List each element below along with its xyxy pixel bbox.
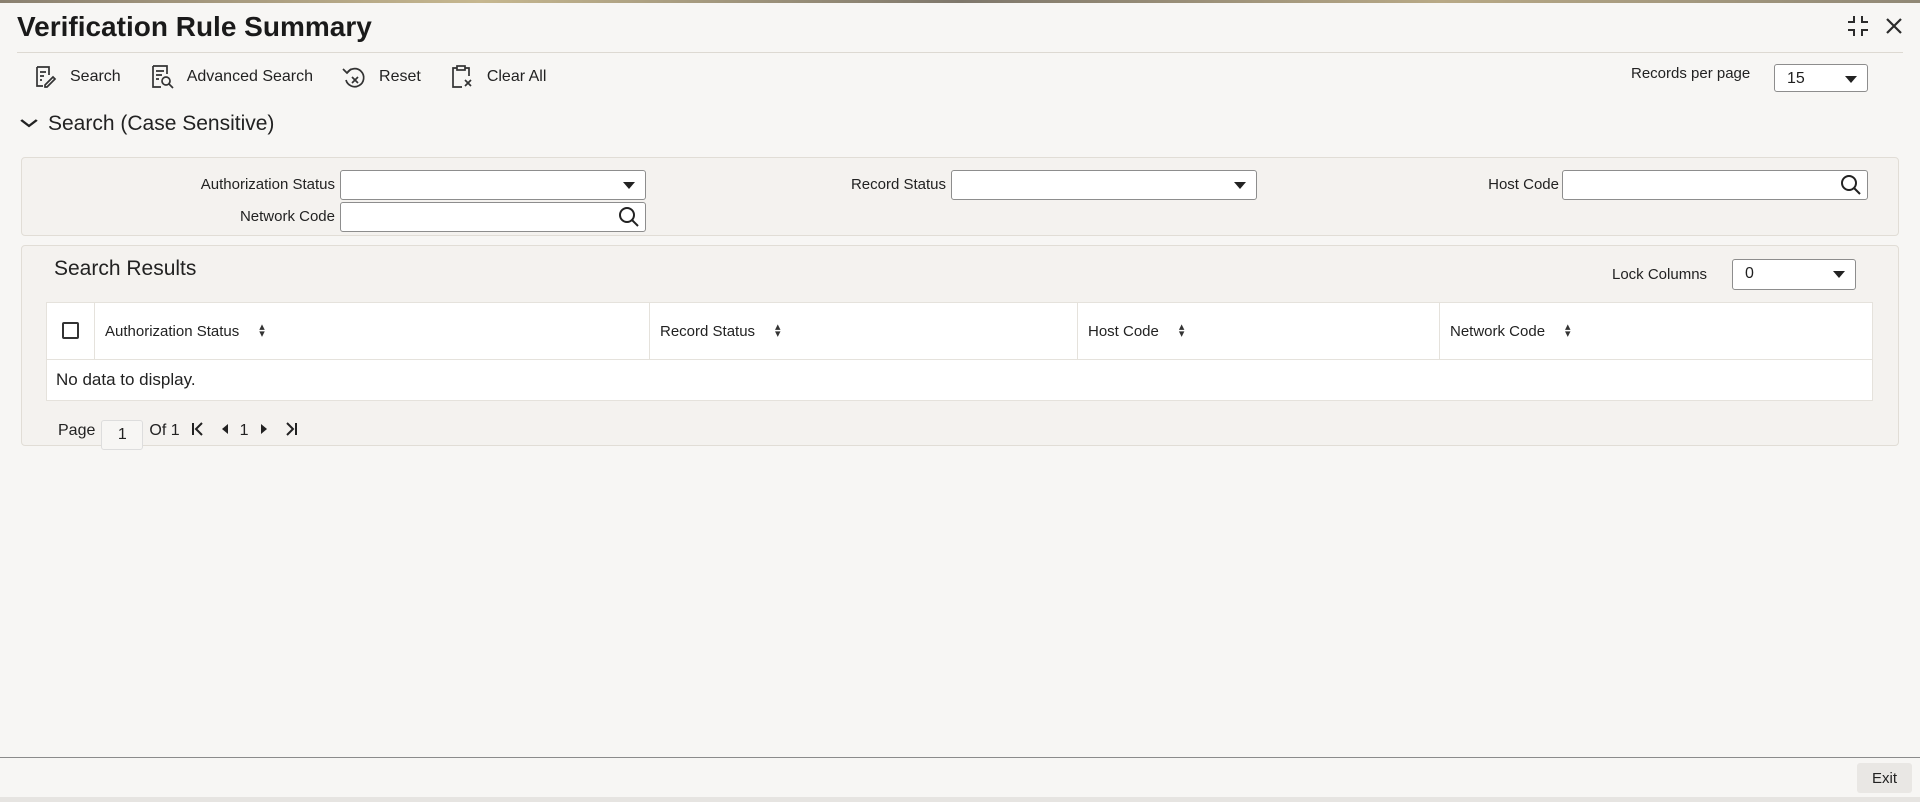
search-criteria-panel: Authorization Status Record Status Host … [21, 157, 1899, 236]
column-header-host-code[interactable]: Host Code ▴ ▾ [1077, 303, 1439, 359]
reset-button[interactable]: Reset [341, 64, 421, 90]
page-title: Verification Rule Summary [17, 11, 372, 42]
column-label: Authorization Status [105, 322, 240, 340]
sort-icon: ▴ ▾ [1565, 321, 1571, 340]
host-code-input[interactable] [1562, 170, 1868, 200]
current-page-number: 1 [239, 422, 249, 439]
advanced-search-button[interactable]: Advanced Search [149, 64, 313, 90]
sort-icon: ▴ ▾ [1178, 321, 1185, 340]
lock-columns-value: 0 [1745, 265, 1754, 282]
network-code-input[interactable] [340, 202, 646, 232]
maximize-icon[interactable] [1846, 14, 1870, 42]
previous-page-icon[interactable] [216, 422, 234, 440]
chevron-down-icon [1234, 182, 1246, 189]
lock-columns-select[interactable]: 0 [1732, 259, 1856, 290]
pagination: Page 1 Of 1 1 [58, 412, 303, 450]
top-decor-strip [0, 0, 1920, 3]
bottom-strip [0, 797, 1920, 802]
search-section-toggle[interactable]: Search (Case Sensitive) [20, 112, 275, 136]
column-label: Host Code [1088, 322, 1159, 340]
next-page-icon[interactable] [255, 422, 273, 440]
chevron-down-icon [1833, 271, 1845, 278]
network-code-label: Network Code [239, 208, 335, 225]
records-per-page-value: 15 [1787, 70, 1805, 87]
clear-all-button-label: Clear All [486, 68, 547, 85]
results-table: Authorization Status ▴ ▾ Record Status ▴ ▾… [46, 302, 1873, 401]
page-of-label: Of 1 [149, 422, 180, 439]
records-per-page-select[interactable]: 15 [1774, 64, 1868, 92]
search-icon[interactable] [1840, 174, 1862, 196]
column-header-record-status[interactable]: Record Status ▴ ▾ [649, 303, 1077, 359]
column-label: Record Status [660, 322, 756, 340]
clipboard-clear-icon [451, 65, 472, 88]
authorization-status-label: Authorization Status [200, 176, 335, 193]
search-icon[interactable] [618, 206, 640, 228]
record-status-label: Record Status [850, 176, 946, 193]
column-header-network-code[interactable]: Network Code ▴ ▾ [1439, 303, 1872, 359]
search-button-label: Search [70, 68, 121, 85]
search-doc-icon [36, 66, 57, 88]
column-label: Network Code [1450, 322, 1546, 340]
exit-button[interactable]: Exit [1857, 763, 1912, 793]
header-divider [17, 52, 1903, 53]
chevron-down-icon [623, 182, 635, 189]
records-per-page-label: Records per page [1631, 65, 1751, 82]
column-header-authorization-status[interactable]: Authorization Status ▴ ▾ [94, 303, 649, 359]
authorization-status-select[interactable] [340, 170, 646, 200]
page-input[interactable]: 1 [101, 420, 144, 450]
advanced-search-button-label: Advanced Search [186, 68, 314, 85]
toolbar: Search Advanced Search Reset Clear All [32, 64, 546, 90]
record-status-select[interactable] [951, 170, 1257, 200]
last-page-icon[interactable] [279, 421, 303, 442]
chevron-down-icon [20, 115, 38, 133]
empty-message: No data to display. [56, 370, 196, 389]
search-button[interactable]: Search [32, 64, 121, 90]
sort-icon: ▴ ▾ [775, 321, 781, 340]
first-page-icon[interactable] [186, 421, 210, 442]
lock-columns-label: Lock Columns [1612, 266, 1708, 283]
footer-divider [0, 757, 1920, 758]
host-code-label: Host Code [1488, 176, 1559, 193]
close-icon[interactable] [1884, 16, 1904, 40]
advanced-search-icon [151, 65, 174, 89]
reset-button-label: Reset [379, 68, 421, 85]
select-all-checkbox[interactable] [62, 322, 79, 339]
page-label: Page [58, 422, 96, 439]
sort-icon: ▴ ▾ [259, 321, 265, 340]
clear-all-button[interactable]: Clear All [449, 64, 547, 90]
chevron-down-icon [1845, 76, 1857, 83]
reset-icon [342, 67, 365, 88]
search-results-title: Search Results [54, 257, 197, 280]
window-controls [1846, 14, 1904, 42]
table-header: Authorization Status ▴ ▾ Record Status ▴ ▾… [47, 303, 1872, 360]
search-section-title: Search (Case Sensitive) [48, 112, 275, 135]
